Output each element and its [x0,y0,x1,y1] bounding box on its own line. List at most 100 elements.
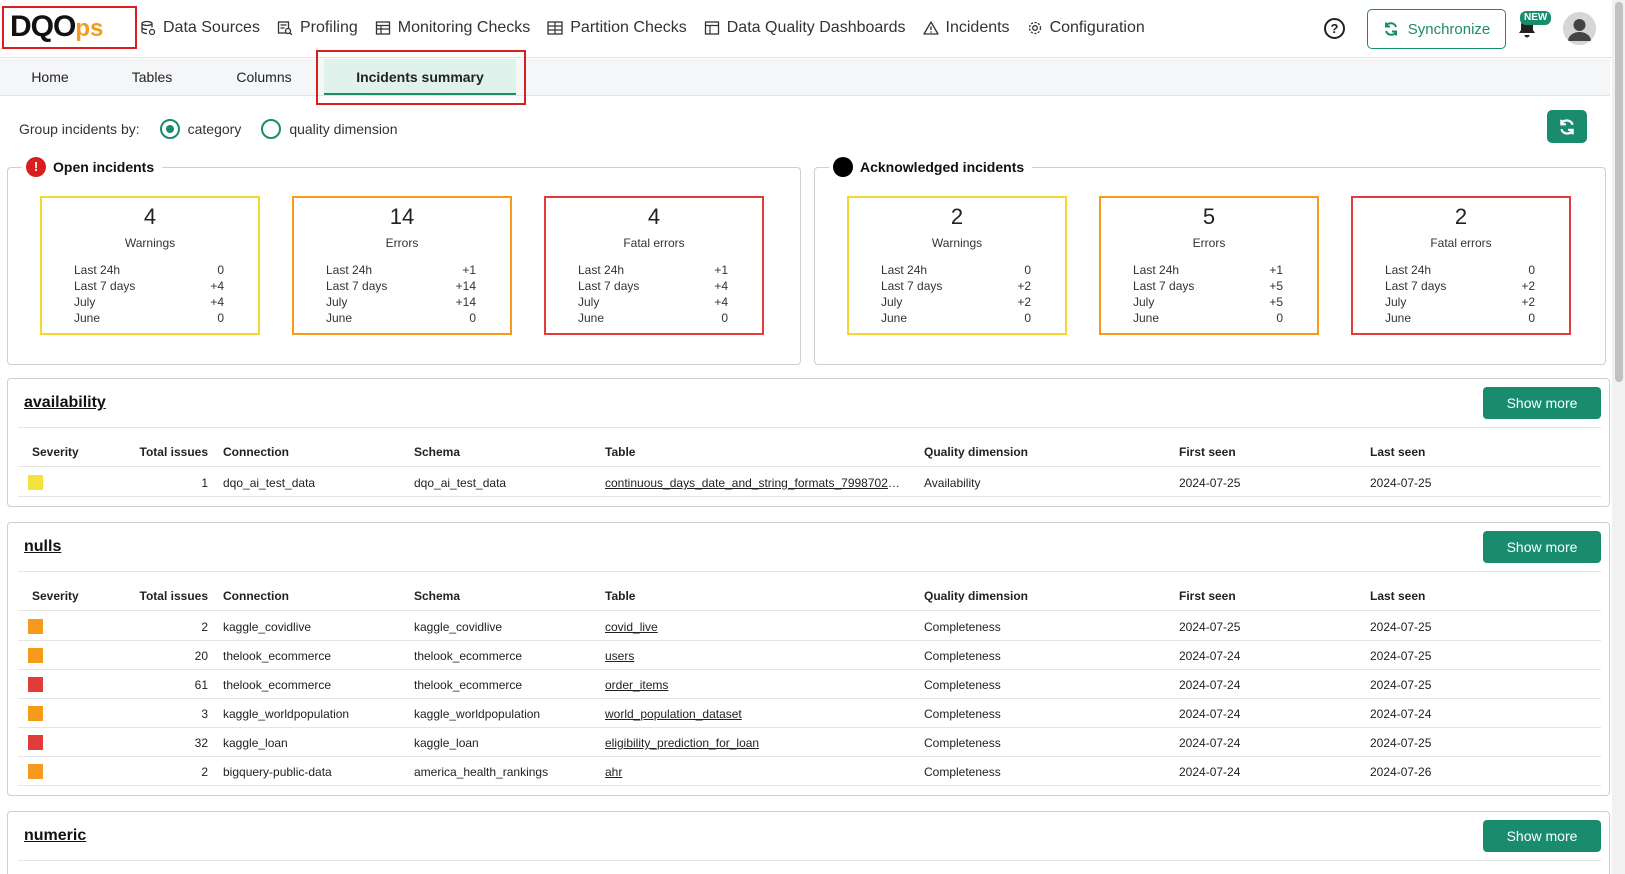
severity-warning-icon [28,475,43,490]
synchronize-button[interactable]: Synchronize [1367,9,1506,49]
cell-last-seen: 2024-07-26 [1370,765,1432,779]
category-title[interactable]: availability [24,394,106,412]
cell-first-seen: 2024-07-24 [1179,649,1241,663]
column-header-schema: Schema [414,445,461,459]
ack-errors-card[interactable]: 5 Errors Last 24h +1 Last 7 days +5 July +5… [1099,196,1319,335]
tab-home[interactable]: Home [0,59,100,95]
nav-profiling[interactable]: Profiling [277,16,358,40]
column-header-total: Total issues [139,589,208,603]
cell-total: 61 [194,678,208,692]
show-more-button[interactable]: Show more [1483,531,1601,563]
avatar[interactable] [1563,12,1596,45]
cell-connection: kaggle_covidlive [223,620,312,634]
cell-first-seen: 2024-07-25 [1179,476,1241,490]
nav-partition-checks[interactable]: Partition Checks [547,16,687,40]
cell-table[interactable]: continuous_days_date_and_string_formats_… [605,476,905,490]
cell-table[interactable]: users [605,649,905,663]
category-section-nulls: nulls Show more Severity Total issues Connec… [7,522,1610,796]
table-header: Severity Total issues Connection Schema Tabl… [18,445,1601,467]
cell-table[interactable]: eligibility_prediction_for_loan [605,736,905,750]
alert-icon: ! [26,157,46,177]
category-title[interactable]: nulls [24,538,61,556]
category-title[interactable]: numeric [24,827,86,845]
cell-schema: kaggle_covidlive [414,620,503,634]
cell-dimension: Completeness [924,678,1001,692]
category-section-numeric: numeric Show more [7,811,1610,874]
ack-fatal-card[interactable]: 2 Fatal errors Last 24h 0 Last 7 days +2 J… [1351,196,1571,335]
logo[interactable]: DQOps [10,10,103,46]
acknowledged-incidents-panel: Acknowledged incidents 2 Warnings Last 2… [814,157,1606,365]
radio-quality-dimension-label[interactable]: quality dimension [289,121,397,137]
cell-connection: thelook_ecommerce [223,649,332,663]
column-header-first-seen: First seen [1179,589,1236,603]
cell-dimension: Completeness [924,736,1001,750]
cell-table[interactable]: ahr [605,765,905,779]
top-navbar: DQOps Data Sources Profiling Monitoring … [0,0,1625,58]
cell-last-seen: 2024-07-25 [1370,736,1432,750]
cell-last-seen: 2024-07-25 [1370,678,1432,692]
new-badge: NEW [1520,11,1552,25]
column-header-severity: Severity [32,445,79,459]
cell-table[interactable]: world_population_dataset [605,707,905,721]
nav-data-quality-dashboards[interactable]: Data Quality Dashboards [704,16,906,40]
cell-last-seen: 2024-07-24 [1370,707,1432,721]
column-header-dimension: Quality dimension [924,589,1029,603]
table-row: 3 kaggle_worldpopulation kaggle_worldpopul… [18,699,1601,728]
radio-quality-dimension[interactable] [261,119,282,139]
cell-schema: kaggle_loan [414,736,479,750]
tab-tables[interactable]: Tables [100,59,204,95]
card-count: 2 [1454,204,1468,229]
column-header-first-seen: First seen [1179,445,1236,459]
open-fatal-card[interactable]: 4 Fatal errors Last 24h +1 Last 7 days +4 … [544,196,764,335]
sync-icon [1384,22,1397,36]
open-errors-card[interactable]: 14 Errors Last 24h +1 Last 7 days +14 July… [292,196,512,335]
radio-category[interactable] [159,119,180,139]
open-warnings-card[interactable]: 4 Warnings Last 24h 0 Last 7 days +4 July +… [40,196,260,335]
cell-dimension: Completeness [924,649,1001,663]
table-icon [375,21,390,35]
severity-fatal-icon [28,735,43,750]
cell-last-seen: 2024-07-25 [1370,620,1432,634]
table-row: 32 kaggle_loan kaggle_loan eligibility_pred… [18,728,1601,757]
scrollbar-thumb[interactable] [1615,2,1623,382]
severity-error-icon [28,764,43,779]
table-row: 2 kaggle_covidlive kaggle_covidlive covid_l… [18,612,1601,641]
column-header-total: Total issues [139,445,208,459]
severity-error-icon [28,706,43,721]
column-header-connection: Connection [223,589,289,603]
nav-data-sources[interactable]: Data Sources [140,16,260,40]
severity-error-icon [28,619,43,634]
card-count: 14 [389,204,415,229]
tab-columns[interactable]: Columns [204,59,324,95]
help-icon[interactable]: ? [1324,18,1345,39]
column-header-table: Table [605,445,636,459]
cell-total: 2 [201,765,208,779]
cell-table[interactable]: order_items [605,678,905,692]
radio-category-label[interactable]: category [188,121,242,137]
cell-table[interactable]: covid_live [605,620,905,634]
column-header-last-seen: Last seen [1370,445,1426,459]
cell-schema: dqo_ai_test_data [414,476,507,490]
nav-label: Configuration [1049,19,1145,36]
cell-schema: thelook_ecommerce [414,678,523,692]
show-more-button[interactable]: Show more [1483,387,1601,419]
nav-label: Monitoring Checks [397,19,531,36]
refresh-button[interactable] [1547,110,1587,143]
acknowledged-icon [833,157,853,177]
cell-total: 32 [194,736,208,750]
nav-monitoring-checks[interactable]: Monitoring Checks [375,16,531,40]
ack-warnings-card[interactable]: 2 Warnings Last 24h 0 Last 7 days +2 July +… [847,196,1067,335]
cell-last-seen: 2024-07-25 [1370,649,1432,663]
nav-label: Partition Checks [570,19,687,36]
cell-schema: kaggle_worldpopulation [414,707,541,721]
card-label: Warnings [931,236,983,250]
cell-dimension: Availability [924,476,981,490]
cell-total: 3 [201,707,208,721]
nav-label: Incidents [945,19,1010,36]
gear-icon [1028,21,1041,35]
nav-incidents[interactable]: Incidents [922,16,1010,40]
nav-configuration[interactable]: Configuration [1027,16,1145,40]
cell-first-seen: 2024-07-24 [1179,678,1241,692]
cell-connection: bigquery-public-data [223,765,332,779]
show-more-button[interactable]: Show more [1483,820,1601,852]
